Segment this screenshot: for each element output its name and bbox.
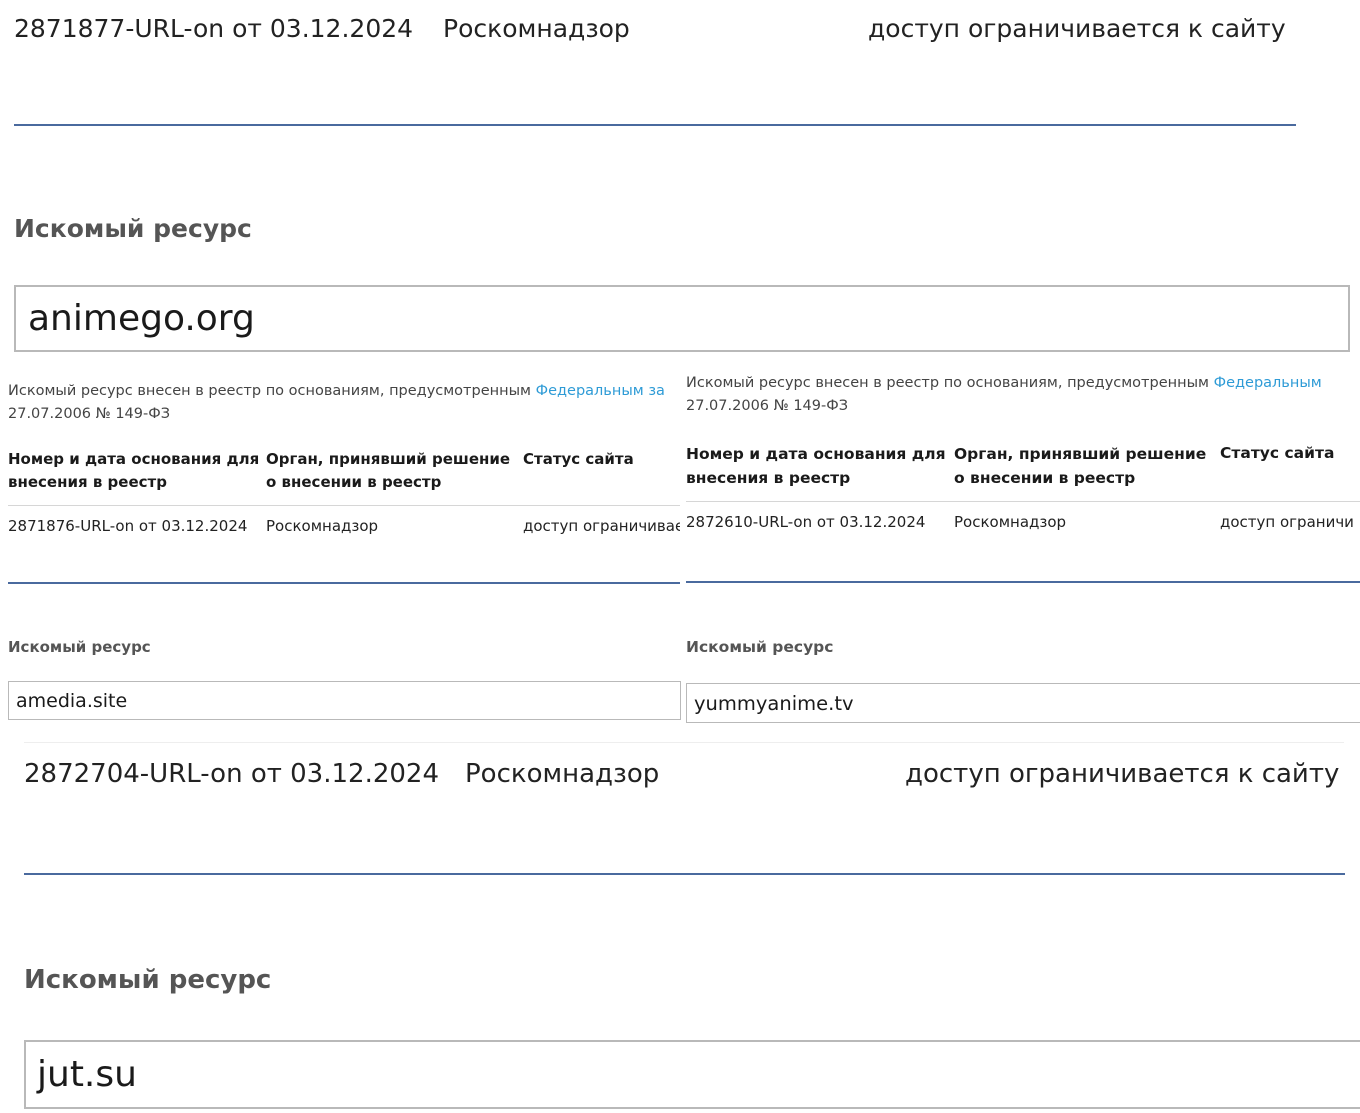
federal-law-link[interactable]: Федеральным [1214,375,1322,391]
column-header-status: Статус сайта [523,450,634,468]
section-divider [24,873,1345,875]
federal-law-link-date[interactable]: 27.07.2006 № 149-ФЗ [686,395,848,417]
table-cell-number-date: 2872610-URL-on от 03.12.2024 [686,513,926,531]
registry-note-text: Искомый ресурс внесен в реестр по основа… [8,383,536,399]
registry-authority: Роскомнадзор [443,14,630,43]
resource-search-input[interactable]: jut.su [24,1040,1360,1109]
resource-heading: Искомый ресурс [686,638,834,656]
section-divider [686,581,1360,583]
resource-heading: Искомый ресурс [8,638,151,656]
column-header-authority: Орган, принявший решение о внесении в ре… [266,450,511,491]
resource-heading: Искомый ресурс [14,214,252,243]
table-cell-status: доступ ограничи [1220,513,1354,531]
table-header-divider [8,505,680,506]
column-header-authority: Орган, принявший решение о внесении в ре… [954,445,1207,487]
table-cell-number-date: 2871876-URL-on от 03.12.2024 [8,517,248,535]
federal-law-link[interactable]: Федеральным за [536,383,665,399]
registry-note: Искомый ресурс внесен в реестр по основа… [8,380,680,402]
section-divider [8,582,680,584]
resource-search-input[interactable]: amedia.site [8,681,681,720]
table-cell-authority: Роскомнадзор [266,517,379,535]
registry-number-date: 2872704-URL-on от 03.12.2024 [24,759,439,789]
registry-note: Искомый ресурс внесен в реестр по основа… [686,372,1360,394]
column-header-number-date: Номер и дата основания для внесения в ре… [686,445,946,487]
column-header-status: Статус сайта [1220,444,1335,462]
resource-search-input[interactable]: animego.org [14,285,1350,352]
registry-status: доступ ограничивается к сайту [868,14,1286,43]
block-top-edge [24,742,1344,743]
registry-note-text: Искомый ресурс внесен в реестр по основа… [686,375,1214,391]
column-header-number-date: Номер и дата основания для внесения в ре… [8,450,260,491]
registry-status: доступ ограничивается к сайту [905,759,1340,789]
resource-heading: Искомый ресурс [24,965,272,995]
resource-search-input[interactable]: yummyanime.tv [686,683,1360,723]
federal-law-link-date[interactable]: 27.07.2006 № 149-ФЗ [8,403,170,425]
section-divider [14,124,1296,126]
registry-authority: Роскомнадзор [465,759,660,789]
registry-number-date: 2871877-URL-on от 03.12.2024 [14,14,414,43]
table-header-divider [686,501,1360,502]
table-cell-status: доступ ограничивае [523,517,680,535]
table-cell-authority: Роскомнадзор [954,513,1067,531]
